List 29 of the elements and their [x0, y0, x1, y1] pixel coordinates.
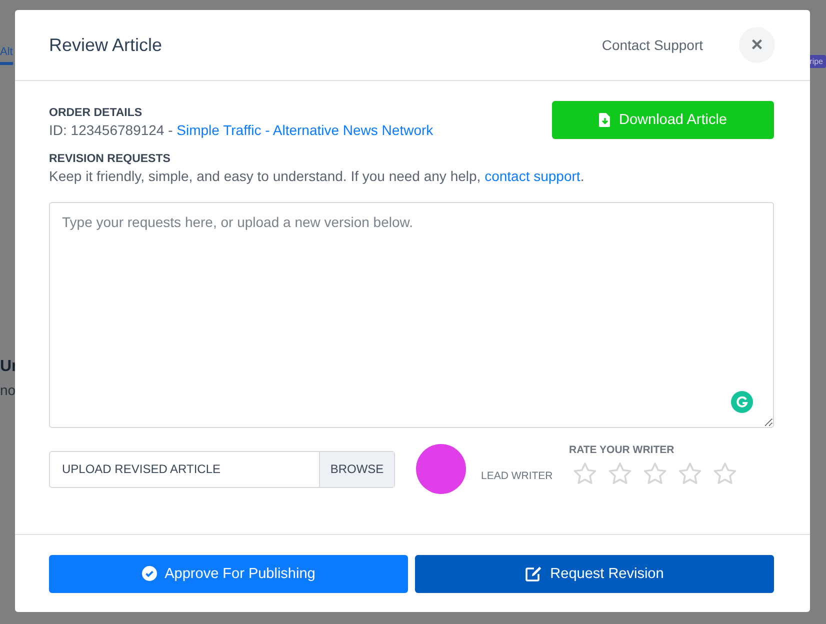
rating-label: RATE YOUR WRITER	[569, 444, 676, 456]
order-id-text: ID: 123456789124 - Simple Traffic - Alternative News Network	[49, 122, 434, 138]
upload-field[interactable]: UPLOAD REVISED ARTICLE BROWSE	[49, 450, 395, 488]
hint-text: Keep it friendly, simple, and easy to understand. If you need any help, contact support.	[49, 168, 586, 184]
star-icon[interactable]	[573, 462, 597, 484]
section-label: ORDER DETAILS	[49, 107, 144, 119]
star-icon[interactable]	[643, 462, 667, 484]
star-icon[interactable]	[713, 462, 737, 484]
upload-label: UPLOAD REVISED ARTICLE	[61, 461, 222, 478]
body-text: no	[0, 382, 16, 398]
grammar-check-icon[interactable]	[731, 391, 753, 413]
contact-support-link[interactable]: Contact Support	[602, 37, 703, 53]
writer-role: LEAD WRITER	[481, 470, 554, 482]
check-circle-icon	[142, 566, 157, 581]
approve-button[interactable]: Approve For Publishing	[49, 554, 408, 592]
article-link[interactable]: Simple Traffic - Alternative News Network	[176, 122, 434, 138]
star-icon[interactable]	[678, 462, 702, 484]
edit-icon	[525, 566, 542, 582]
download-button[interactable]: Download Article	[552, 101, 774, 139]
close-button[interactable]: ×	[739, 27, 775, 63]
browse-button[interactable]: BROWSE	[319, 452, 394, 486]
modal-title: Review Article	[49, 34, 162, 56]
star-icon[interactable]	[608, 462, 632, 484]
contact-support-link[interactable]: contact support	[484, 168, 580, 184]
section-label: REVISION REQUESTS	[49, 153, 172, 165]
avatar-placeholder	[416, 444, 466, 494]
request-textarea[interactable]: Type your requests here, or upload a new version below.	[49, 202, 774, 428]
request-revision-button[interactable]: Request Revision	[415, 554, 774, 592]
file-download-icon	[599, 113, 611, 127]
